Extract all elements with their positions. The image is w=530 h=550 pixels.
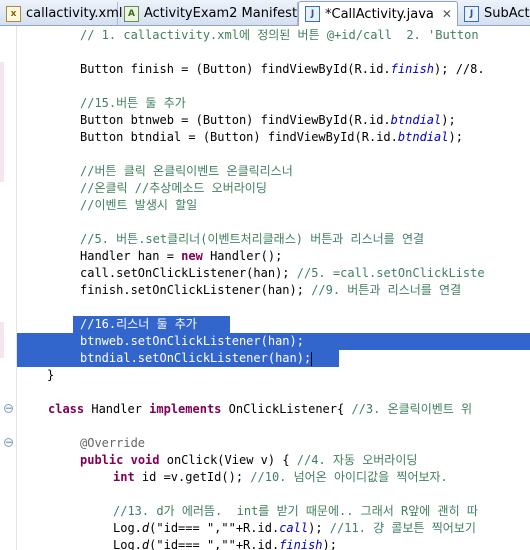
code-line: @Override bbox=[80, 436, 146, 450]
code-line: call.setOnClickListener(han); //5. =call… bbox=[80, 266, 485, 280]
code-line: Button btndial = (Button) findViewById(R… bbox=[80, 130, 463, 144]
code-editor[interactable]: // 1. callactivity.xml에 정의된 버튼 @+id/call… bbox=[17, 26, 530, 550]
change-marker bbox=[0, 62, 4, 182]
code-line-selected: //16.리스너 둘 추가 bbox=[80, 317, 197, 331]
tab-label: ActivityExam2 Manifest bbox=[144, 6, 298, 21]
code-line: //버튼 클릭 온클릭이벤트 온클릭리스너 bbox=[80, 164, 293, 178]
code-line: } bbox=[47, 368, 55, 382]
code-line: Handler han = new Handler(); bbox=[80, 249, 283, 263]
code-line: finish.setOnClickListener(han); //9. 버튼과… bbox=[80, 283, 462, 297]
tab-label: callactivity.xml bbox=[26, 6, 123, 21]
java-file-icon: J bbox=[305, 6, 320, 22]
change-marker bbox=[0, 322, 4, 358]
tab-subactivity[interactable]: J SubActiv bbox=[458, 2, 530, 25]
tab-callactivity-java[interactable]: J *CallActivity.java ✕ bbox=[298, 1, 458, 26]
manifest-file-icon: A bbox=[124, 5, 139, 22]
tab-label: SubActiv bbox=[484, 6, 530, 21]
code-line: Log.d("id=== ",""+R.id.call); //11. 걍 콜보… bbox=[113, 521, 476, 535]
code-line: Button btnweb = (Button) findViewById(R.… bbox=[80, 113, 456, 127]
fold-collapse-icon[interactable]: − bbox=[4, 404, 13, 414]
close-icon[interactable]: ✕ bbox=[442, 7, 452, 21]
tab-callactivity-xml[interactable]: x callactivity.xml bbox=[0, 2, 123, 25]
editor-gutter: − − bbox=[0, 26, 17, 550]
fold-collapse-icon[interactable]: − bbox=[4, 438, 13, 448]
code-line: // 1. callactivity.xml에 정의된 버튼 @+id/call… bbox=[80, 28, 479, 42]
xml-file-icon: x bbox=[6, 5, 21, 22]
code-line: int id =v.getId(); //10. 넘어온 아이디값을 찍어보자. bbox=[113, 470, 448, 484]
code-line: //13. d가 에러뜸. int를 받기 때문에.. 그래서 R앞에 괜히 따 bbox=[113, 504, 478, 518]
java-file-icon: J bbox=[464, 5, 479, 22]
code-line: //15.버튼 둘 추가 bbox=[80, 96, 186, 110]
tab-label: *CallActivity.java bbox=[325, 6, 434, 22]
editor-tab-bar: x callactivity.xml A ActivityExam2 Manif… bbox=[0, 0, 530, 26]
code-line-selected: btndial.setOnClickListener(han); bbox=[80, 351, 313, 366]
code-line: class Handler implements OnClickListener… bbox=[48, 402, 473, 416]
code-line: //온클릭 //추상메소드 오버라이딩 bbox=[80, 181, 267, 195]
text-caret bbox=[311, 351, 313, 366]
code-line: //이벤트 발생시 할일 bbox=[80, 198, 198, 212]
code-line: //5. 버튼.set클리너(이벤트처리클래스) 버튼과 리스너를 연결 bbox=[80, 232, 425, 246]
tab-activityexam2-manifest[interactable]: A ActivityExam2 Manifest bbox=[118, 2, 298, 25]
code-line: Log.d("id=== ",""+R.id.finish); bbox=[113, 538, 337, 550]
code-line: Button finish = (Button) findViewById(R.… bbox=[80, 62, 485, 76]
code-line-selected: btnweb.setOnClickListener(han); bbox=[80, 334, 304, 348]
code-line: public void onClick(View v) { //4. 자동 오버… bbox=[80, 453, 418, 467]
